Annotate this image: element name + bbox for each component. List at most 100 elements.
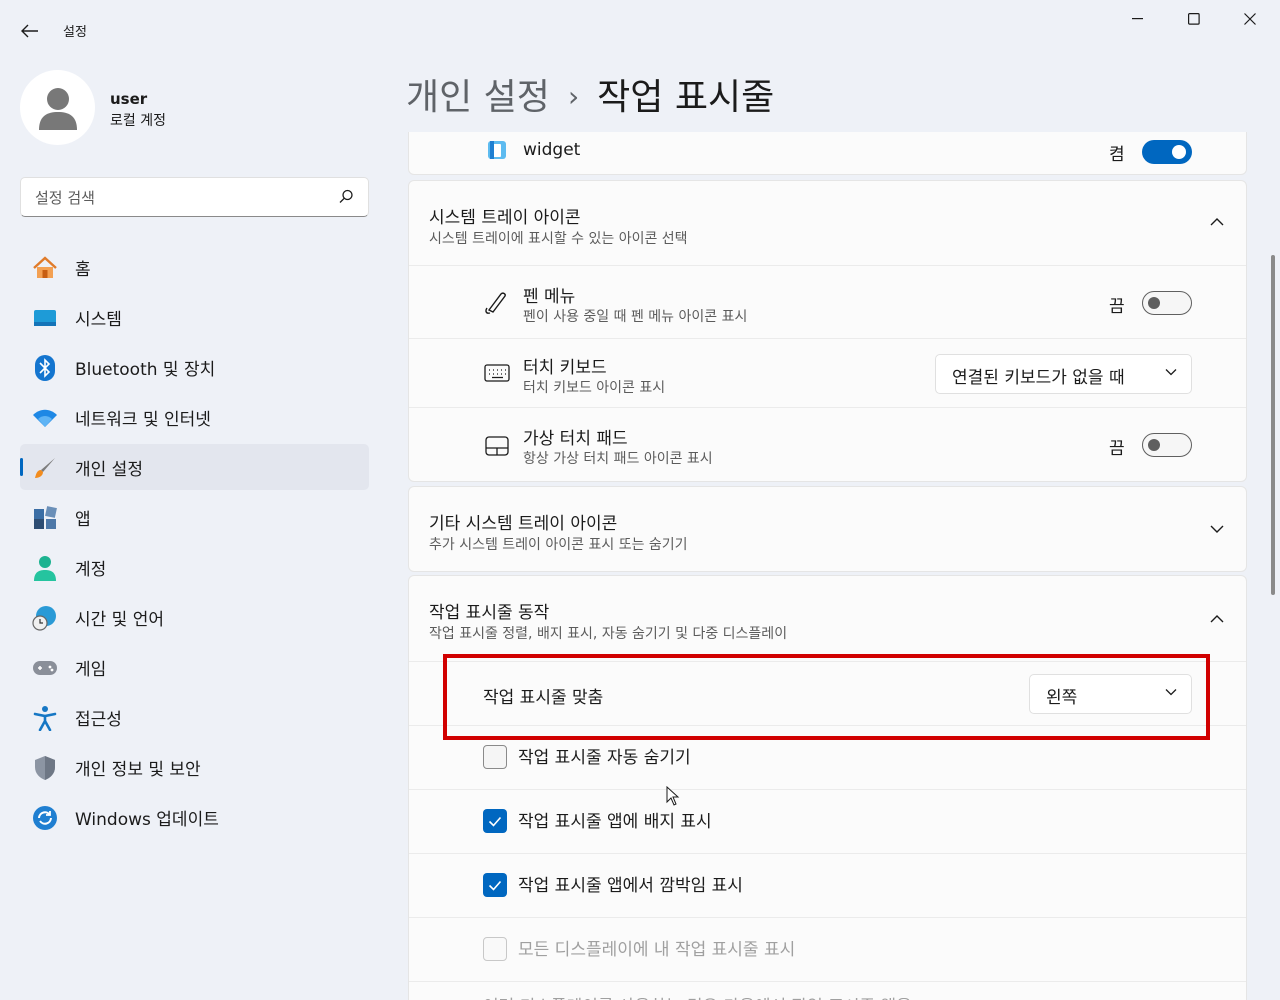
widget-label: widget — [523, 140, 581, 160]
breadcrumb-separator: › — [567, 80, 580, 113]
other-tray-title: 기타 시스템 트레이 아이콘 — [429, 514, 618, 534]
page-title: 작업 표시줄 — [597, 77, 775, 118]
tray-icons-subtitle: 시스템 트레이에 표시할 수 있는 아이콘 선택 — [429, 231, 688, 247]
sidebar-item-label: 네트워크 및 인터넷 — [75, 409, 211, 430]
virtual-touchpad-row: 가상 터치 패드 항상 가상 터치 패드 아이콘 표시 끔 — [409, 407, 1246, 482]
sidebar-item-accounts[interactable]: 계정 — [20, 544, 369, 590]
flashing-row[interactable]: 작업 표시줄 앱에서 깜박임 표시 — [409, 853, 1246, 917]
all-displays-row: 모든 디스플레이에 내 작업 표시줄 표시 — [409, 917, 1246, 981]
all-displays-label: 모든 디스플레이에 내 작업 표시줄 표시 — [518, 940, 796, 960]
chevron-up-icon[interactable] — [1210, 614, 1224, 623]
globe-clock-icon — [32, 605, 58, 631]
touch-keyboard-row: 터치 키보드 터치 키보드 아이콘 표시 연결된 키보드가 없을 때 — [409, 338, 1246, 407]
back-arrow-icon — [21, 24, 38, 38]
other-tray-icons-card[interactable]: 기타 시스템 트레이 아이콘 추가 시스템 트레이 아이콘 표시 또는 숨기기 — [408, 486, 1247, 572]
minimize-button[interactable] — [1110, 0, 1166, 38]
mouse-cursor-icon — [666, 786, 680, 806]
sidebar-item-label: Windows 업데이트 — [75, 809, 219, 830]
checkmark-icon — [488, 880, 502, 891]
sidebar-item-accessibility[interactable]: 접근성 — [20, 694, 369, 740]
sidebar-item-home[interactable]: 홈 — [20, 244, 369, 290]
virtual-touchpad-subtitle: 항상 가상 터치 패드 아이콘 표시 — [523, 451, 713, 467]
sidebar-item-label: 홈 — [75, 259, 91, 280]
widget-card: widget 켬 — [408, 132, 1247, 175]
shield-icon — [32, 755, 58, 781]
sidebar-item-bluetooth[interactable]: Bluetooth 및 장치 — [20, 344, 369, 390]
taskbar-behaviors-card: 작업 표시줄 동작 작업 표시줄 정렬, 배지 표시, 자동 숨기기 및 다중 … — [408, 575, 1247, 1000]
badges-checkbox[interactable] — [483, 809, 507, 833]
checkmark-icon — [488, 816, 502, 827]
search-icon[interactable] — [339, 189, 354, 204]
touch-keyboard-title: 터치 키보드 — [523, 358, 607, 378]
virtual-touchpad-toggle[interactable] — [1142, 433, 1192, 457]
touchpad-icon — [483, 432, 511, 460]
widget-icon — [483, 136, 511, 164]
pen-menu-toggle[interactable] — [1142, 291, 1192, 315]
tray-icons-card: 시스템 트레이 아이콘 시스템 트레이에 표시할 수 있는 아이콘 선택 펜 메… — [408, 180, 1247, 482]
sidebar-item-personalization[interactable]: 개인 설정 — [20, 444, 369, 490]
widget-toggle-state: 켬 — [1109, 145, 1125, 165]
sidebar-item-privacy[interactable]: 개인 정보 및 보안 — [20, 744, 369, 790]
close-icon — [1244, 13, 1256, 25]
pen-menu-row: 펜 메뉴 펜이 사용 중일 때 펜 메뉴 아이콘 표시 끔 — [409, 265, 1246, 338]
taskbar-behaviors-title: 작업 표시줄 동작 — [429, 603, 550, 623]
avatar[interactable] — [20, 70, 95, 145]
sidebar-item-label: 시스템 — [75, 309, 122, 330]
sidebar-item-apps[interactable]: 앱 — [20, 494, 369, 540]
update-icon — [32, 805, 58, 831]
sidebar-nav: 홈 시스템 Bluetooth 및 장치 네트워크 및 인터넷 개인 설정 앱 — [20, 244, 369, 844]
settings-content: widget 켬 시스템 트레이 아이콘 시스템 트레이에 표시할 수 있는 아… — [408, 132, 1248, 1000]
sidebar-item-gaming[interactable]: 게임 — [20, 644, 369, 690]
chevron-down-icon — [1165, 369, 1177, 376]
sidebar-item-label: 앱 — [75, 509, 91, 530]
breadcrumb-parent[interactable]: 개인 설정 — [406, 77, 550, 118]
pen-menu-title: 펜 메뉴 — [523, 287, 576, 307]
sidebar-item-time-language[interactable]: 시간 및 언어 — [20, 594, 369, 640]
account-type: 로컬 계정 — [110, 113, 166, 129]
apps-icon — [32, 505, 58, 531]
badges-row[interactable]: 작업 표시줄 앱에 배지 표시 — [409, 789, 1246, 853]
chevron-down-icon[interactable] — [1210, 525, 1224, 534]
chevron-up-icon[interactable] — [1210, 217, 1224, 226]
all-displays-checkbox — [483, 937, 507, 961]
scrollbar-thumb[interactable] — [1271, 255, 1275, 595]
sidebar-item-label: 접근성 — [75, 709, 122, 730]
sidebar-item-system[interactable]: 시스템 — [20, 294, 369, 340]
flashing-checkbox[interactable] — [483, 873, 507, 897]
sidebar-item-label: 게임 — [75, 659, 107, 680]
user-name: user — [110, 90, 148, 108]
touch-keyboard-subtitle: 터치 키보드 아이콘 표시 — [523, 380, 666, 396]
touch-keyboard-dropdown[interactable]: 연결된 키보드가 없을 때 — [935, 354, 1192, 394]
widget-toggle[interactable] — [1142, 140, 1192, 164]
tray-icons-title: 시스템 트레이 아이콘 — [429, 208, 581, 228]
back-button[interactable] — [14, 16, 46, 46]
multi-display-row: 여러 디스플레이를 사용하는 경우 다음에서 작업 표시줄 앱을 — [409, 981, 1246, 1000]
other-tray-subtitle: 추가 시스템 트레이 아이콘 표시 또는 숨기기 — [429, 537, 688, 553]
person-icon — [38, 87, 77, 130]
close-button[interactable] — [1222, 0, 1278, 38]
sidebar-item-label: 개인 설정 — [75, 459, 143, 480]
badges-label: 작업 표시줄 앱에 배지 표시 — [518, 812, 712, 832]
tray-icons-header[interactable]: 시스템 트레이 아이콘 시스템 트레이에 표시할 수 있는 아이콘 선택 — [409, 181, 1246, 265]
system-icon — [32, 305, 58, 331]
app-title: 설정 — [63, 25, 87, 40]
pen-menu-subtitle: 펜이 사용 중일 때 펜 메뉴 아이콘 표시 — [523, 309, 748, 325]
minimize-icon — [1132, 18, 1143, 20]
virtual-touchpad-state: 끔 — [1109, 439, 1125, 459]
maximize-icon — [1188, 13, 1200, 25]
search-input[interactable]: 설정 검색 — [35, 187, 95, 208]
brush-icon — [32, 455, 58, 481]
wifi-icon — [32, 405, 58, 431]
sidebar-item-windows-update[interactable]: Windows 업데이트 — [20, 794, 369, 840]
taskbar-behaviors-header[interactable]: 작업 표시줄 동작 작업 표시줄 정렬, 배지 표시, 자동 숨기기 및 다중 … — [409, 576, 1246, 661]
flashing-label: 작업 표시줄 앱에서 깜박임 표시 — [518, 876, 743, 896]
accessibility-icon — [32, 705, 58, 731]
sidebar-item-label: 계정 — [75, 559, 107, 580]
pen-menu-state: 끔 — [1109, 297, 1125, 317]
gamepad-icon — [32, 655, 58, 681]
title-bar: 설정 — [0, 0, 1280, 60]
maximize-button[interactable] — [1166, 0, 1222, 38]
search-box[interactable]: 설정 검색 — [20, 177, 369, 217]
sidebar-item-network[interactable]: 네트워크 및 인터넷 — [20, 394, 369, 440]
auto-hide-checkbox[interactable] — [483, 745, 507, 769]
